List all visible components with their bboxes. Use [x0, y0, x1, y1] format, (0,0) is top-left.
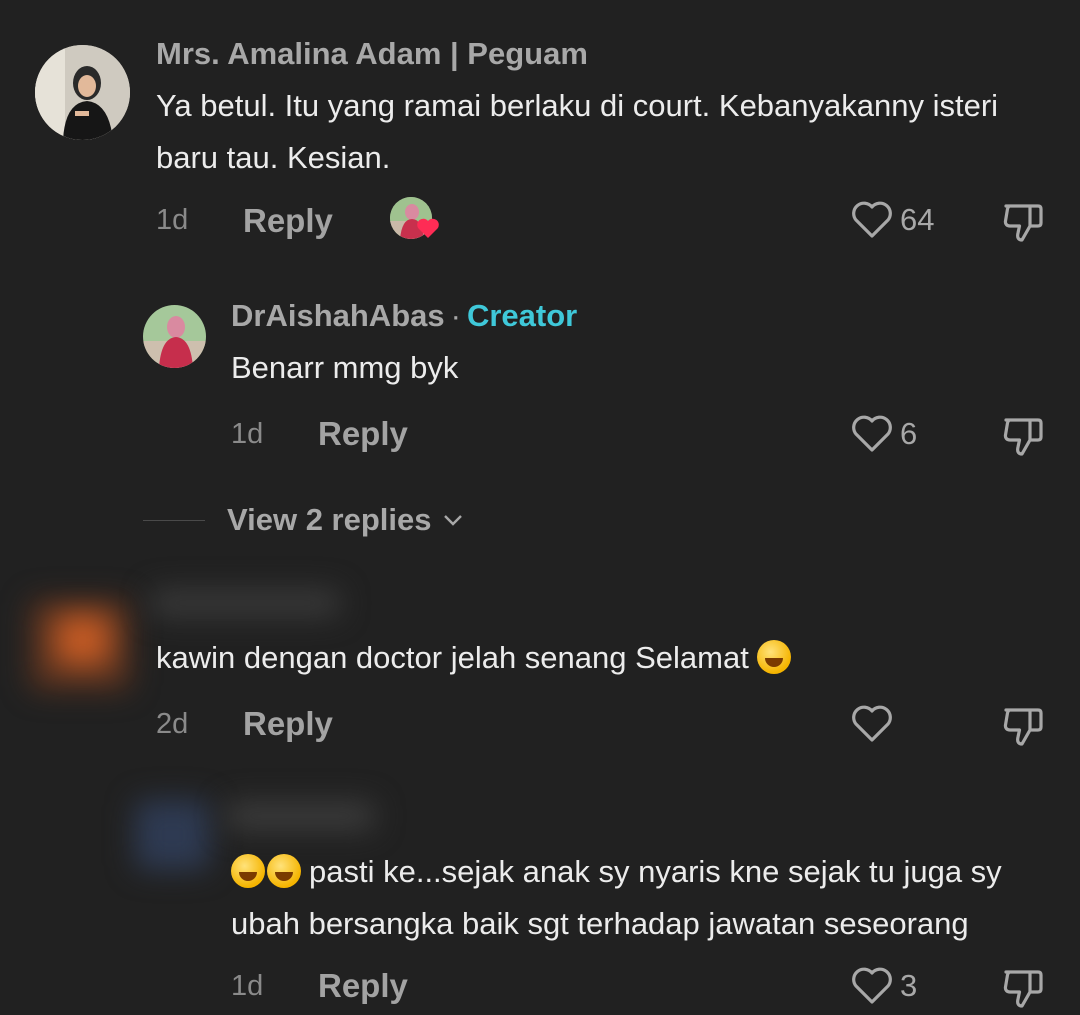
comment-item: Mrs. Amalina Adam | Peguam Ya betul. Itu… [0, 0, 1080, 260]
dislike-button[interactable] [1000, 198, 1046, 249]
heart-outline-icon [852, 415, 892, 452]
comment-item: kawin dengan doctor jelah senang Selamat… [0, 570, 1080, 770]
reply-button[interactable]: Reply [318, 415, 408, 453]
reply-button[interactable]: Reply [243, 202, 333, 240]
view-replies-button[interactable]: View 2 replies [143, 500, 464, 540]
avatar[interactable] [35, 45, 130, 140]
comment-username[interactable]: DrAishahAbas · Creator [231, 298, 577, 334]
comment-text-content: pasti ke...sejak anak sy nyaris kne seja… [231, 854, 1002, 941]
like-count: 6 [900, 416, 918, 451]
thumbs-down-icon [1003, 418, 1043, 456]
laughing-emoji-icon [757, 640, 792, 674]
view-replies-label: View 2 replies [227, 502, 432, 537]
comment-text: pasti ke...sejak anak sy nyaris kne seja… [231, 846, 1031, 950]
username-text[interactable]: DrAishahAbas [231, 298, 445, 333]
comment-timestamp: 1d [156, 204, 189, 236]
dislike-button[interactable] [1000, 412, 1046, 463]
reply-button[interactable]: Reply [243, 705, 333, 743]
heart-outline-icon [852, 967, 892, 1004]
rofl-emoji-icon [231, 854, 265, 888]
dislike-button[interactable] [1000, 702, 1046, 753]
separator-dot: · [450, 298, 461, 333]
comment-timestamp: 2d [156, 708, 189, 740]
comment-text: kawin dengan doctor jelah senang Selamat [156, 632, 1056, 684]
blurred-avatar[interactable] [135, 800, 210, 870]
comment-text: Benarr mmg byk [231, 350, 459, 385]
blurred-avatar-highlight [55, 615, 110, 665]
comment-timestamp: 1d [231, 970, 264, 1002]
reply-button[interactable]: Reply [318, 967, 408, 1005]
comment-text-content: kawin dengan doctor jelah senang Selamat [156, 640, 749, 675]
thumbs-down-icon [1003, 204, 1043, 242]
like-button[interactable]: 64 [850, 198, 934, 242]
heart-icon [417, 218, 439, 238]
heart-outline-icon [852, 201, 892, 238]
like-button[interactable]: 3 [850, 964, 917, 1008]
thumbs-down-icon [1003, 970, 1043, 1008]
comment-text: Ya betul. Itu yang ramai berlaku di cour… [156, 88, 999, 175]
like-button[interactable] [850, 702, 894, 746]
comment-timestamp: 1d [231, 418, 264, 450]
thumbs-down-icon [1003, 708, 1043, 746]
chevron-down-icon [443, 515, 462, 526]
avatar[interactable] [143, 305, 206, 368]
comment-username[interactable]: Mrs. Amalina Adam | Peguam [156, 36, 588, 72]
divider-line [143, 519, 205, 521]
like-count: 64 [900, 202, 935, 237]
reply-item: DrAishahAbas · Creator Benarr mmg byk 1d R… [0, 280, 1080, 480]
reply-item: pasti ke...sejak anak sy nyaris kne seja… [0, 780, 1080, 1011]
creator-badge: Creator [466, 298, 578, 333]
blurred-username [150, 590, 340, 616]
like-count: 3 [900, 968, 918, 1003]
dislike-button[interactable] [1000, 964, 1046, 1015]
like-button[interactable]: 6 [850, 412, 917, 456]
heart-outline-icon [852, 705, 892, 742]
rofl-emoji-icon [267, 854, 301, 888]
blurred-username [225, 802, 375, 830]
creator-liked-avatar [390, 197, 442, 243]
